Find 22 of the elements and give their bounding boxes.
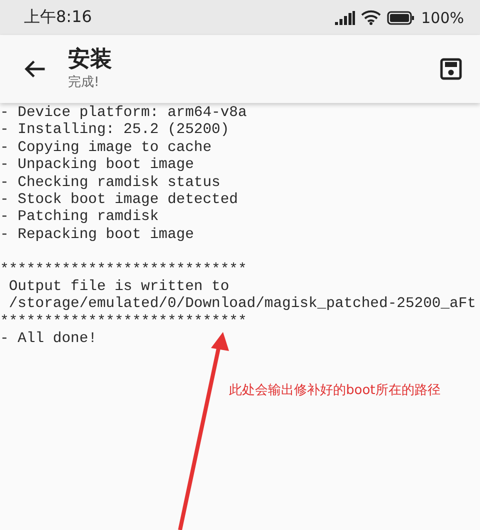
log-line: - Installing: 25.2 (25200) <box>0 122 230 140</box>
log-line: /storage/emulated/0/Download/magisk_patched-25200_aFt <box>8 296 476 314</box>
log-line: - Checking ramdisk status <box>0 174 220 192</box>
log-line: - Unpacking boot image <box>0 157 194 175</box>
log-line: **************************** <box>0 262 247 279</box>
battery-icon <box>387 10 416 24</box>
status-time: 上午8:16 <box>24 7 93 28</box>
save-icon[interactable] <box>440 58 462 80</box>
wifi-icon <box>361 10 382 25</box>
log-line: - Stock boot image detected <box>0 192 238 209</box>
log-line: - Repacking boot image <box>0 226 194 244</box>
log-line: Output file is written to <box>8 279 230 296</box>
log-line: - Device platform: arm64-v8a <box>0 105 247 122</box>
log-line: **************************** <box>0 314 247 331</box>
signal-icon <box>335 10 356 24</box>
page-subtitle: 完成! <box>68 75 100 91</box>
page-title: 安装 <box>68 47 113 73</box>
annotation-text: 此处会输出修补好的boot所在的路径 <box>229 382 440 399</box>
log-line: - All done! <box>0 331 97 349</box>
log-line: - Copying image to cache <box>0 140 212 157</box>
log-line: - Patching ramdisk <box>0 209 159 227</box>
battery-percentage: 100% <box>421 8 464 26</box>
